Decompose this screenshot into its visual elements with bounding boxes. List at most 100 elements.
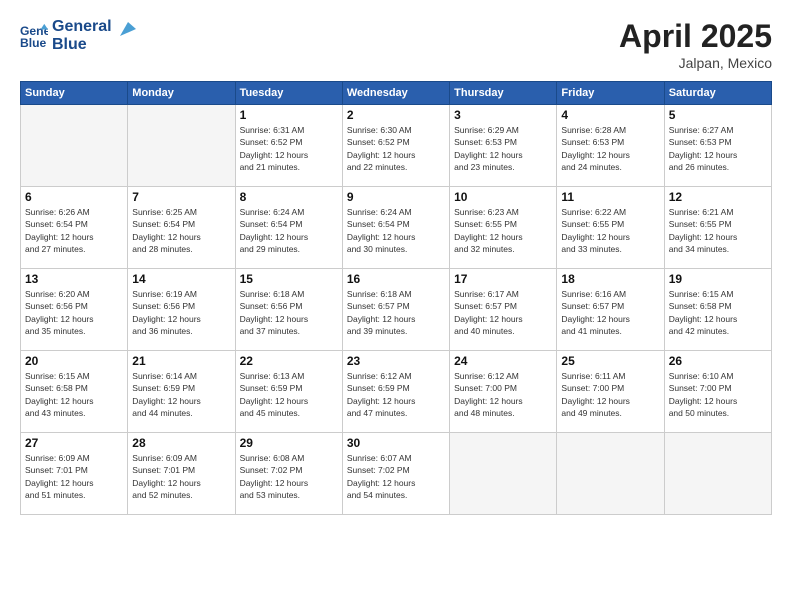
sun-info: Sunrise: 6:16 AMSunset: 6:57 PMDaylight:… (561, 288, 659, 337)
day-number: 26 (669, 354, 767, 368)
calendar-cell: 11 Sunrise: 6:22 AMSunset: 6:55 PMDayligh… (557, 187, 664, 269)
calendar-cell: 5Sunrise: 6:27 AMSunset: 6:53 PMDaylight… (664, 105, 771, 187)
calendar-week-3: 13 Sunrise: 6:20 AMSunset: 6:56 PMDayligh… (21, 269, 772, 351)
calendar-cell: 12 Sunrise: 6:21 AMSunset: 6:55 PMDayligh… (664, 187, 771, 269)
calendar-cell: 6 Sunrise: 6:26 AMSunset: 6:54 PMDaylight… (21, 187, 128, 269)
sun-info: Sunrise: 6:30 AMSunset: 6:52 PMDaylight:… (347, 124, 445, 173)
calendar-cell: 24Sunrise: 6:12 AMSunset: 7:00 PMDayligh… (450, 351, 557, 433)
page: General Blue General Blue April 2025 Jal… (0, 0, 792, 612)
calendar-week-4: 20Sunrise: 6:15 AMSunset: 6:58 PMDayligh… (21, 351, 772, 433)
sun-info: Sunrise: 6:07 AMSunset: 7:02 PMDaylight:… (347, 452, 445, 501)
calendar-cell: 2 Sunrise: 6:30 AMSunset: 6:52 PMDaylight… (342, 105, 449, 187)
calendar-cell: 13 Sunrise: 6:20 AMSunset: 6:56 PMDayligh… (21, 269, 128, 351)
calendar-week-2: 6 Sunrise: 6:26 AMSunset: 6:54 PMDaylight… (21, 187, 772, 269)
day-number: 4 (561, 108, 659, 122)
day-number: 8 (240, 190, 338, 204)
calendar-cell: 20Sunrise: 6:15 AMSunset: 6:58 PMDayligh… (21, 351, 128, 433)
header: General Blue General Blue April 2025 Jal… (20, 18, 772, 71)
sun-info: Sunrise: 6:22 AMSunset: 6:55 PMDaylight:… (561, 206, 659, 255)
calendar-cell: 17 Sunrise: 6:17 AMSunset: 6:57 PMDayligh… (450, 269, 557, 351)
day-number: 21 (132, 354, 230, 368)
calendar-cell: 1 Sunrise: 6:31 AMSunset: 6:52 PMDaylight… (235, 105, 342, 187)
logo-line1: General (52, 18, 112, 36)
calendar-cell: 28 Sunrise: 6:09 AMSunset: 7:01 PMDayligh… (128, 433, 235, 515)
day-number: 14 (132, 272, 230, 286)
calendar-cell: 16 Sunrise: 6:18 AMSunset: 6:57 PMDayligh… (342, 269, 449, 351)
day-number: 3 (454, 108, 552, 122)
day-number: 7 (132, 190, 230, 204)
day-number: 16 (347, 272, 445, 286)
svg-text:Blue: Blue (20, 36, 47, 50)
day-number: 22 (240, 354, 338, 368)
sun-info: Sunrise: 6:19 AMSunset: 6:56 PMDaylight:… (132, 288, 230, 337)
sun-info: Sunrise: 6:09 AMSunset: 7:01 PMDaylight:… (25, 452, 123, 501)
sun-info: Sunrise: 6:20 AMSunset: 6:56 PMDaylight:… (25, 288, 123, 337)
calendar-cell: 10Sunrise: 6:23 AMSunset: 6:55 PMDayligh… (450, 187, 557, 269)
sun-info: Sunrise: 6:23 AMSunset: 6:55 PMDaylight:… (454, 206, 552, 255)
calendar-cell: 9Sunrise: 6:24 AMSunset: 6:54 PMDaylight… (342, 187, 449, 269)
sun-info: Sunrise: 6:10 AMSunset: 7:00 PMDaylight:… (669, 370, 767, 419)
calendar-cell: 26 Sunrise: 6:10 AMSunset: 7:00 PMDayligh… (664, 351, 771, 433)
calendar-cell (557, 433, 664, 515)
sun-info: Sunrise: 6:13 AMSunset: 6:59 PMDaylight:… (240, 370, 338, 419)
calendar-cell: 21 Sunrise: 6:14 AMSunset: 6:59 PMDayligh… (128, 351, 235, 433)
calendar-cell (664, 433, 771, 515)
calendar-cell: 15 Sunrise: 6:18 AMSunset: 6:56 PMDayligh… (235, 269, 342, 351)
calendar-cell: 29 Sunrise: 6:08 AMSunset: 7:02 PMDayligh… (235, 433, 342, 515)
logo-icon: General Blue (20, 22, 48, 50)
calendar-cell: 3Sunrise: 6:29 AMSunset: 6:53 PMDaylight… (450, 105, 557, 187)
calendar-cell: 14 Sunrise: 6:19 AMSunset: 6:56 PMDayligh… (128, 269, 235, 351)
day-number: 6 (25, 190, 123, 204)
day-number: 11 (561, 190, 659, 204)
calendar-cell: 23Sunrise: 6:12 AMSunset: 6:59 PMDayligh… (342, 351, 449, 433)
day-number: 13 (25, 272, 123, 286)
day-number: 15 (240, 272, 338, 286)
day-number: 12 (669, 190, 767, 204)
col-header-monday: Monday (128, 82, 235, 105)
sun-info: Sunrise: 6:31 AMSunset: 6:52 PMDaylight:… (240, 124, 338, 173)
sun-info: Sunrise: 6:08 AMSunset: 7:02 PMDaylight:… (240, 452, 338, 501)
sun-info: Sunrise: 6:18 AMSunset: 6:57 PMDaylight:… (347, 288, 445, 337)
calendar-cell (128, 105, 235, 187)
day-number: 29 (240, 436, 338, 450)
sun-info: Sunrise: 6:09 AMSunset: 7:01 PMDaylight:… (132, 452, 230, 501)
sun-info: Sunrise: 6:24 AMSunset: 6:54 PMDaylight:… (347, 206, 445, 255)
sun-info: Sunrise: 6:21 AMSunset: 6:55 PMDaylight:… (669, 206, 767, 255)
calendar-cell: 22 Sunrise: 6:13 AMSunset: 6:59 PMDayligh… (235, 351, 342, 433)
calendar-cell: 25Sunrise: 6:11 AMSunset: 7:00 PMDayligh… (557, 351, 664, 433)
logo-line2: Blue (52, 36, 112, 54)
col-header-wednesday: Wednesday (342, 82, 449, 105)
col-header-thursday: Thursday (450, 82, 557, 105)
col-header-tuesday: Tuesday (235, 82, 342, 105)
title-block: April 2025 Jalpan, Mexico (619, 18, 772, 71)
col-header-friday: Friday (557, 82, 664, 105)
calendar-cell (21, 105, 128, 187)
sun-info: Sunrise: 6:25 AMSunset: 6:54 PMDaylight:… (132, 206, 230, 255)
col-header-sunday: Sunday (21, 82, 128, 105)
calendar-cell: 8 Sunrise: 6:24 AMSunset: 6:54 PMDaylight… (235, 187, 342, 269)
calendar-week-1: 1 Sunrise: 6:31 AMSunset: 6:52 PMDaylight… (21, 105, 772, 187)
calendar-cell: 4Sunrise: 6:28 AMSunset: 6:53 PMDaylight… (557, 105, 664, 187)
sun-info: Sunrise: 6:12 AMSunset: 7:00 PMDaylight:… (454, 370, 552, 419)
day-number: 17 (454, 272, 552, 286)
sun-info: Sunrise: 6:14 AMSunset: 6:59 PMDaylight:… (132, 370, 230, 419)
calendar-cell: 18 Sunrise: 6:16 AMSunset: 6:57 PMDayligh… (557, 269, 664, 351)
day-number: 23 (347, 354, 445, 368)
day-number: 18 (561, 272, 659, 286)
day-number: 19 (669, 272, 767, 286)
logo: General Blue General Blue (20, 18, 136, 53)
day-number: 1 (240, 108, 338, 122)
sun-info: Sunrise: 6:18 AMSunset: 6:56 PMDaylight:… (240, 288, 338, 337)
day-number: 28 (132, 436, 230, 450)
sun-info: Sunrise: 6:15 AMSunset: 6:58 PMDaylight:… (669, 288, 767, 337)
sun-info: Sunrise: 6:17 AMSunset: 6:57 PMDaylight:… (454, 288, 552, 337)
day-number: 27 (25, 436, 123, 450)
location-subtitle: Jalpan, Mexico (619, 55, 772, 71)
day-number: 2 (347, 108, 445, 122)
calendar-cell: 7 Sunrise: 6:25 AMSunset: 6:54 PMDaylight… (128, 187, 235, 269)
sun-info: Sunrise: 6:24 AMSunset: 6:54 PMDaylight:… (240, 206, 338, 255)
calendar-cell (450, 433, 557, 515)
day-number: 20 (25, 354, 123, 368)
sun-info: Sunrise: 6:26 AMSunset: 6:54 PMDaylight:… (25, 206, 123, 255)
day-number: 25 (561, 354, 659, 368)
